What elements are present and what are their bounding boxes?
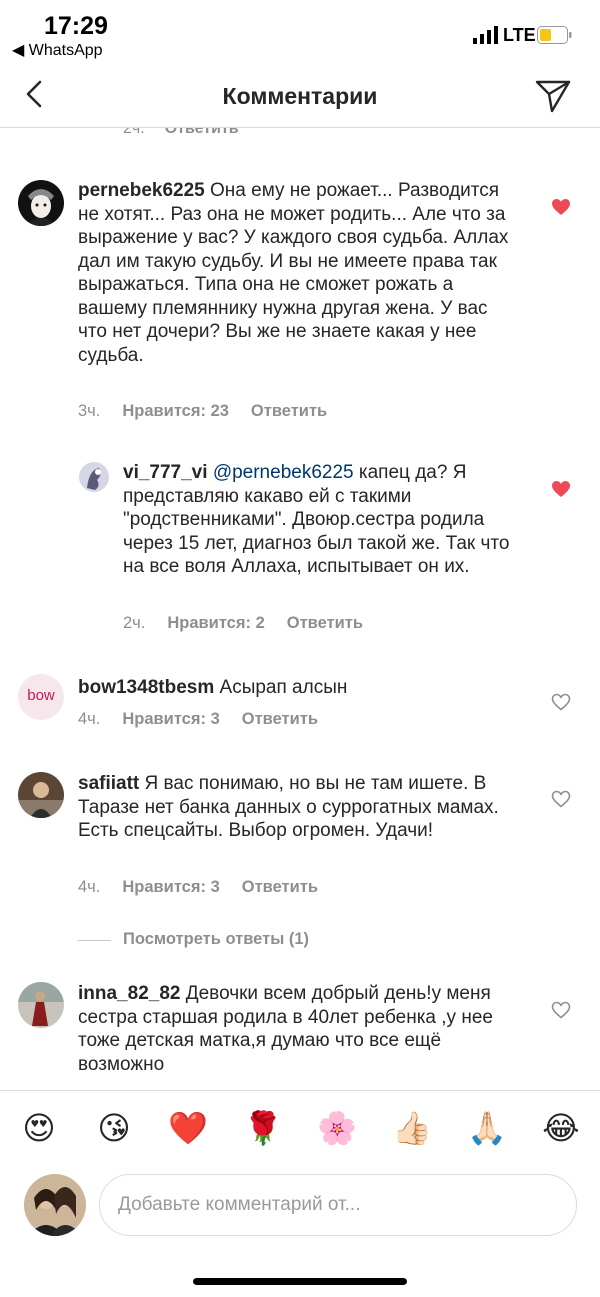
likes-count[interactable]: Нравится: 2 — [167, 614, 264, 632]
comment-input-wrapper — [99, 1174, 577, 1236]
heart-outline-icon[interactable] — [551, 1001, 571, 1019]
comment-text: inna_82_82 Девочки всем добрый день!у ме… — [78, 982, 518, 1076]
avatar[interactable] — [18, 180, 64, 226]
comment-text: vi_777_vi @pernebek6225 капец да? Я пред… — [123, 461, 523, 579]
comment-body: Она ему не рожает... Разводится не хотят… — [78, 180, 509, 366]
comment-item: inna_82_82 Девочки всем добрый день!у ме… — [0, 968, 600, 1090]
network-type: LTE — [503, 25, 536, 45]
comment-text: pernebek6225 Она ему не рожает... Развод… — [78, 179, 518, 367]
comment-time: 3ч. — [78, 402, 101, 420]
comment-username[interactable]: vi_777_vi — [123, 462, 208, 483]
battery-icon — [537, 26, 572, 44]
heart-outline-icon[interactable] — [551, 790, 571, 808]
avatar-logo-text: bow — [27, 687, 55, 704]
comment-text: bow1348tbesm Асырап алсын — [78, 676, 518, 700]
likes-count[interactable]: Нравится: 23 — [122, 402, 229, 420]
page-title: Комментарии — [222, 83, 378, 109]
likes-count[interactable]: Нравится: 3 — [122, 878, 219, 896]
comment-body: Я вас понимаю, но вы не там ишете. В Тар… — [78, 773, 499, 841]
tears-of-joy-emoji-icon[interactable]: 😂 — [541, 1109, 581, 1147]
view-replies-label: Посмотреть ответы (1) — [123, 930, 310, 948]
comment-username[interactable]: pernebek6225 — [78, 180, 205, 201]
emoji-quick-bar: 😍 😘 ❤️ 🌹 🌸 👍🏻 🙏🏻 😂 — [0, 1090, 600, 1164]
comment-meta: 2ч. Нравится: 2 Ответить — [123, 614, 385, 633]
mention-link[interactable]: @pernebek6225 — [213, 462, 354, 483]
nav-bar: Комментарии — [0, 66, 600, 128]
thumbs-up-emoji-icon[interactable]: 👍🏻 — [392, 1109, 432, 1147]
reply-button[interactable]: Ответить — [242, 710, 318, 728]
reply-item: vi_777_vi @pernebek6225 капец да? Я пред… — [0, 448, 600, 648]
signal-icon — [473, 26, 498, 44]
view-replies-divider — [78, 940, 111, 941]
home-indicator[interactable] — [193, 1278, 407, 1285]
comment-compose — [0, 1164, 600, 1244]
red-heart-emoji-icon[interactable]: ❤️ — [168, 1109, 208, 1147]
comment-username[interactable]: safiiatt — [78, 773, 139, 794]
comment-meta: 4ч. Нравится: 3 Ответить — [78, 878, 340, 897]
avatar[interactable] — [18, 772, 64, 818]
avatar[interactable] — [18, 982, 64, 1028]
reply-button[interactable]: Ответить — [287, 614, 363, 632]
praying-hands-emoji-icon[interactable]: 🙏🏻 — [467, 1109, 507, 1147]
comment-time: 4ч. — [78, 878, 101, 896]
heart-outline-icon[interactable] — [551, 693, 571, 711]
current-user-avatar[interactable] — [24, 1174, 86, 1236]
comment-body: Асырап алсын — [219, 677, 348, 698]
comment-item: safiiatt Я вас понимаю, но вы не там ише… — [0, 758, 600, 918]
rose-emoji-icon[interactable]: 🌹 — [243, 1109, 283, 1147]
status-time: 17:29 — [44, 12, 108, 40]
comment-input[interactable] — [118, 1175, 558, 1235]
heart-filled-icon[interactable] — [551, 198, 571, 216]
status-bar: 17:29 ◀ WhatsApp LTE — [0, 0, 600, 66]
comment-time: 4ч. — [78, 710, 101, 728]
avatar[interactable]: bow — [18, 674, 64, 720]
comment-text: safiiatt Я вас понимаю, но вы не там ише… — [78, 772, 518, 843]
cherry-blossom-emoji-icon[interactable]: 🌸 — [317, 1109, 357, 1147]
back-to-app-link[interactable]: ◀ WhatsApp — [12, 40, 103, 60]
likes-count[interactable]: Нравится: 3 — [122, 710, 219, 728]
reply-button[interactable]: Ответить — [251, 402, 327, 420]
heart-eyes-emoji-icon[interactable]: 😍 — [19, 1109, 59, 1147]
comment-meta: 3ч. Нравится: 23 Ответить — [78, 402, 349, 421]
comment-time: 2ч. — [123, 614, 146, 632]
comments-feed[interactable]: 2ч. Ответить pernebek6225 Она ему не рожа… — [0, 128, 600, 1090]
comment-item: pernebek6225 Она ему не рожает... Развод… — [0, 128, 600, 428]
kiss-emoji-icon[interactable]: 😘 — [94, 1109, 134, 1147]
reply-button[interactable]: Ответить — [242, 878, 318, 896]
comment-username[interactable]: inna_82_82 — [78, 983, 180, 1004]
avatar[interactable] — [79, 462, 109, 492]
direct-send-icon[interactable] — [534, 77, 572, 115]
comment-item: bow bow1348tbesm Асырап алсын 4ч. Нравитс… — [0, 658, 600, 748]
comment-meta: 4ч. Нравится: 3 Ответить — [78, 710, 340, 729]
heart-filled-icon[interactable] — [551, 480, 571, 498]
comment-username[interactable]: bow1348tbesm — [78, 677, 214, 698]
